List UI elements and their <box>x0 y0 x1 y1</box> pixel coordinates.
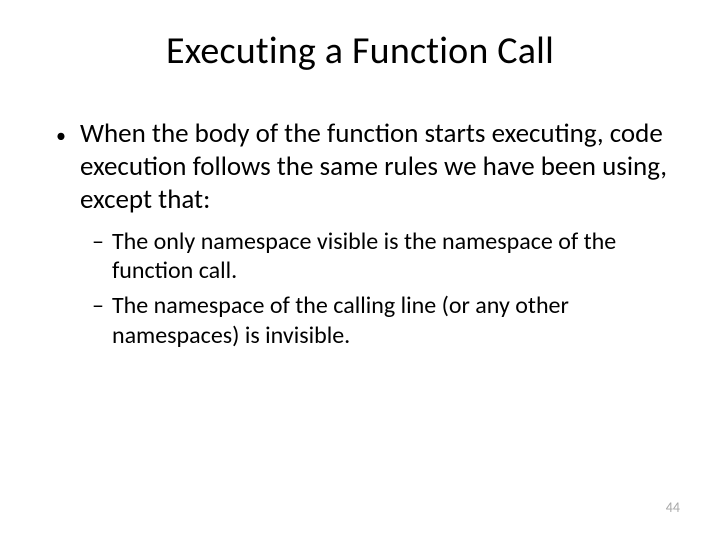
bullet-text: When the body of the function starts exe… <box>80 118 672 217</box>
bullet-marker-icon: • <box>56 124 66 217</box>
sub-bullet-item: – The only namespace visible is the name… <box>92 227 672 286</box>
sub-bullet-text: The namespace of the calling line (or an… <box>112 291 672 350</box>
slide-container: Executing a Function Call • When the bod… <box>0 0 720 540</box>
sub-bullet-item: – The namespace of the calling line (or … <box>92 291 672 350</box>
dash-marker-icon: – <box>92 227 104 286</box>
page-number: 44 <box>666 499 680 516</box>
dash-marker-icon: – <box>92 291 104 350</box>
sub-bullet-text: The only namespace visible is the namesp… <box>112 227 672 286</box>
bullet-item: • When the body of the function starts e… <box>56 118 672 217</box>
sub-bullet-list: – The only namespace visible is the name… <box>48 227 672 350</box>
slide-title: Executing a Function Call <box>48 28 672 74</box>
bullet-list: • When the body of the function starts e… <box>48 118 672 217</box>
